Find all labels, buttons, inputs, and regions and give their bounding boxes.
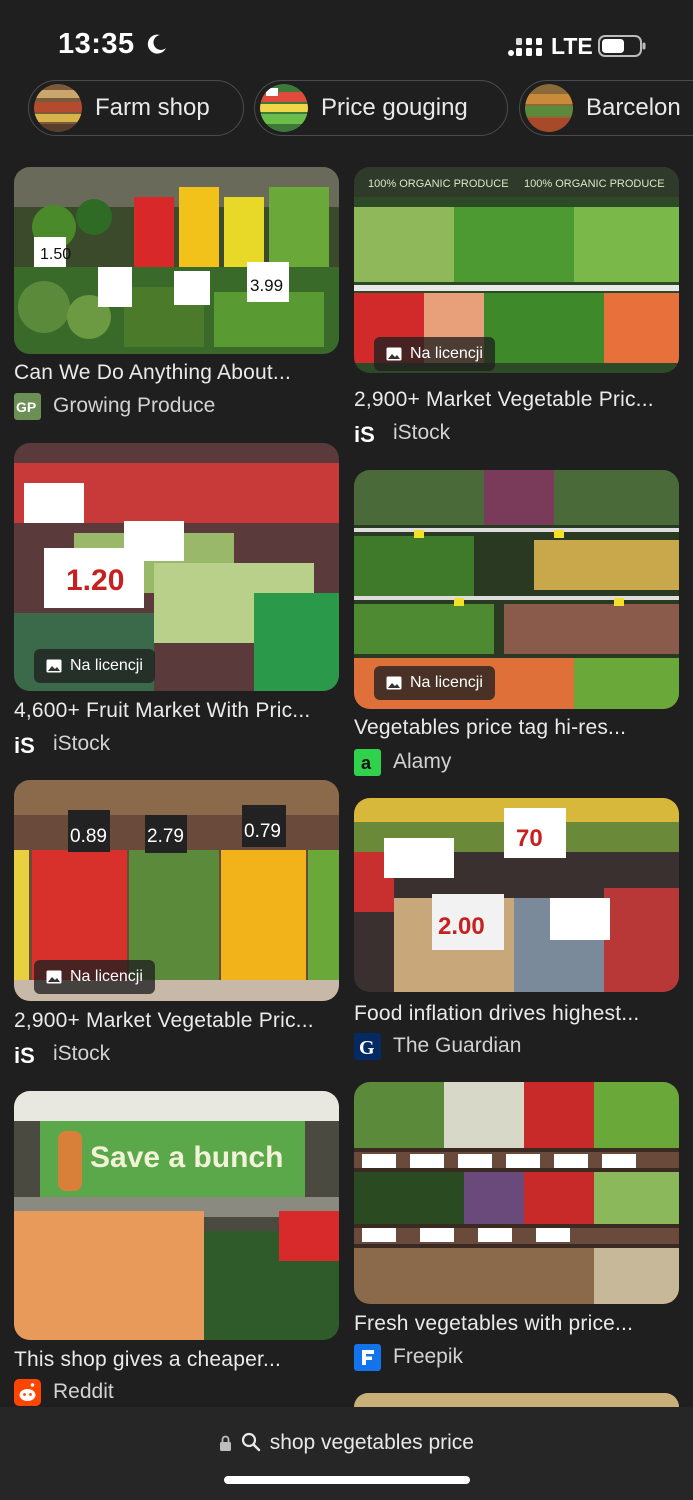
result-thumbnail[interactable]: Save a bunch <box>14 1091 339 1340</box>
result-title[interactable]: Fresh vegetables with price... <box>354 1312 633 1336</box>
address-bar-text: shop vegetables price <box>269 1431 474 1454</box>
chip-thumbnail <box>525 84 573 132</box>
istock-logo-icon: iS <box>14 733 35 758</box>
freepik-logo-icon <box>354 1343 381 1371</box>
source-name: The Guardian <box>393 1034 522 1057</box>
price-tag-text: 0.79 <box>244 821 281 842</box>
home-indicator[interactable] <box>224 1476 470 1484</box>
related-searches-chips: Farm shop Price gouging Barcelon <box>0 80 693 140</box>
svg-text:iS: iS <box>14 733 35 758</box>
svg-text:100% ORGANIC PRODUCE: 100% ORGANIC PRODUCE <box>524 178 665 190</box>
licensed-badge: Na licencji <box>374 337 495 371</box>
result-thumbnail[interactable]: 0.89 2.79 0.79 Na licencji <box>14 780 339 1001</box>
result-title[interactable]: Can We Do Anything About... <box>14 361 291 385</box>
source-name: Growing Produce <box>53 394 216 417</box>
status-bar: 13:35 LTE <box>0 0 693 80</box>
result-thumbnail[interactable]: 1.20 Na licencji <box>14 443 339 691</box>
source-name: Alamy <box>393 750 452 773</box>
result-thumbnail[interactable]: 70 2.00 <box>354 798 679 992</box>
chip-label: Farm shop <box>95 94 210 121</box>
alamy-logo-icon: a <box>354 748 381 776</box>
result-thumbnail[interactable]: 1.50 3.99 <box>14 167 339 354</box>
price-tag-text: 70 <box>516 825 543 852</box>
source-name: Reddit <box>53 1380 114 1403</box>
google-images-results-screen: 13:35 LTE Farm shop Price gouging Barcel… <box>0 0 693 1500</box>
result-thumbnail[interactable]: 100% ORGANIC PRODUCE 100% ORGANIC PRODUC… <box>354 167 679 373</box>
svg-text:a: a <box>361 753 372 773</box>
result-title[interactable]: Vegetables price tag hi-res... <box>354 716 626 740</box>
result-source[interactable]: iS iStock <box>14 1040 110 1068</box>
chip-label: Price gouging <box>321 94 468 121</box>
badge-label: Na licencji <box>410 674 483 691</box>
growing-produce-logo-icon: GP <box>14 392 41 420</box>
guardian-logo-icon: G <box>354 1032 381 1060</box>
licensed-badge: Na licencji <box>374 666 495 700</box>
banner-text: 100% ORGANIC PRODUCE <box>368 178 509 190</box>
network-type-label: LTE <box>551 33 593 59</box>
result-source[interactable]: iS iStock <box>14 730 110 758</box>
price-tag-text: 1.50 <box>40 246 71 263</box>
result-source[interactable]: Reddit <box>14 1378 114 1406</box>
image-icon <box>46 970 62 984</box>
source-name: iStock <box>53 732 111 755</box>
chip-barcelona[interactable]: Barcelon <box>519 80 693 136</box>
result-source[interactable]: GP Growing Produce <box>14 392 215 420</box>
image-icon <box>46 659 62 673</box>
price-tag-text: 3.99 <box>250 276 283 295</box>
result-title[interactable]: Food inflation drives highest... <box>354 1002 639 1026</box>
svg-text:iS: iS <box>14 1043 35 1068</box>
licensed-badge: Na licencji <box>34 960 155 994</box>
licensed-badge: Na licencji <box>34 649 155 683</box>
badge-label: Na licencji <box>410 345 483 362</box>
price-tag-text: 2.00 <box>438 913 485 940</box>
chip-farm-shop[interactable]: Farm shop <box>28 80 244 136</box>
do-not-disturb-moon-icon <box>147 34 166 54</box>
chip-label: Barcelon <box>586 94 681 121</box>
result-source[interactable]: G The Guardian <box>354 1032 521 1060</box>
price-tag-text: 0.89 <box>70 826 107 847</box>
source-name: iStock <box>393 421 451 444</box>
reddit-logo-icon <box>14 1378 41 1406</box>
result-title[interactable]: This shop gives a cheaper... <box>14 1348 281 1372</box>
result-title[interactable]: 2,900+ Market Vegetable Pric... <box>14 1009 314 1033</box>
chip-price-gouging[interactable]: Price gouging <box>254 80 508 136</box>
result-title[interactable]: 4,600+ Fruit Market With Pric... <box>14 699 310 723</box>
chip-thumbnail <box>260 84 308 132</box>
search-icon <box>241 1432 261 1452</box>
result-source[interactable]: a Alamy <box>354 748 451 776</box>
lock-icon <box>220 1435 231 1451</box>
image-icon <box>386 347 402 361</box>
source-name: Freepik <box>393 1345 464 1368</box>
svg-text:iS: iS <box>354 422 375 447</box>
price-tag-text: 1.20 <box>66 564 124 597</box>
result-source[interactable]: iS iStock <box>354 419 450 447</box>
result-thumbnail[interactable]: Na licencji <box>354 470 679 709</box>
badge-label: Na licencji <box>70 657 143 674</box>
banner-text: Save a bunch <box>90 1141 283 1174</box>
status-time: 13:35 <box>58 28 135 60</box>
address-bar[interactable]: shop vegetables price <box>0 1431 693 1455</box>
istock-logo-icon: iS <box>354 422 375 447</box>
browser-bottom-bar: shop vegetables price <box>0 1407 693 1500</box>
result-thumbnail-partial[interactable] <box>354 1393 679 1407</box>
badge-label: Na licencji <box>70 968 143 985</box>
battery-icon <box>598 35 646 57</box>
svg-text:G: G <box>359 1037 375 1059</box>
result-thumbnail[interactable] <box>354 1082 679 1304</box>
svg-text:GP: GP <box>16 399 36 415</box>
chip-thumbnail <box>34 84 82 132</box>
result-title[interactable]: 2,900+ Market Vegetable Pric... <box>354 388 654 412</box>
cellular-signal-icon <box>508 38 542 56</box>
image-icon <box>386 676 402 690</box>
result-source[interactable]: Freepik <box>354 1343 463 1371</box>
price-tag-text: 2.79 <box>147 826 184 847</box>
source-name: iStock <box>53 1042 111 1065</box>
istock-logo-icon: iS <box>14 1043 35 1068</box>
